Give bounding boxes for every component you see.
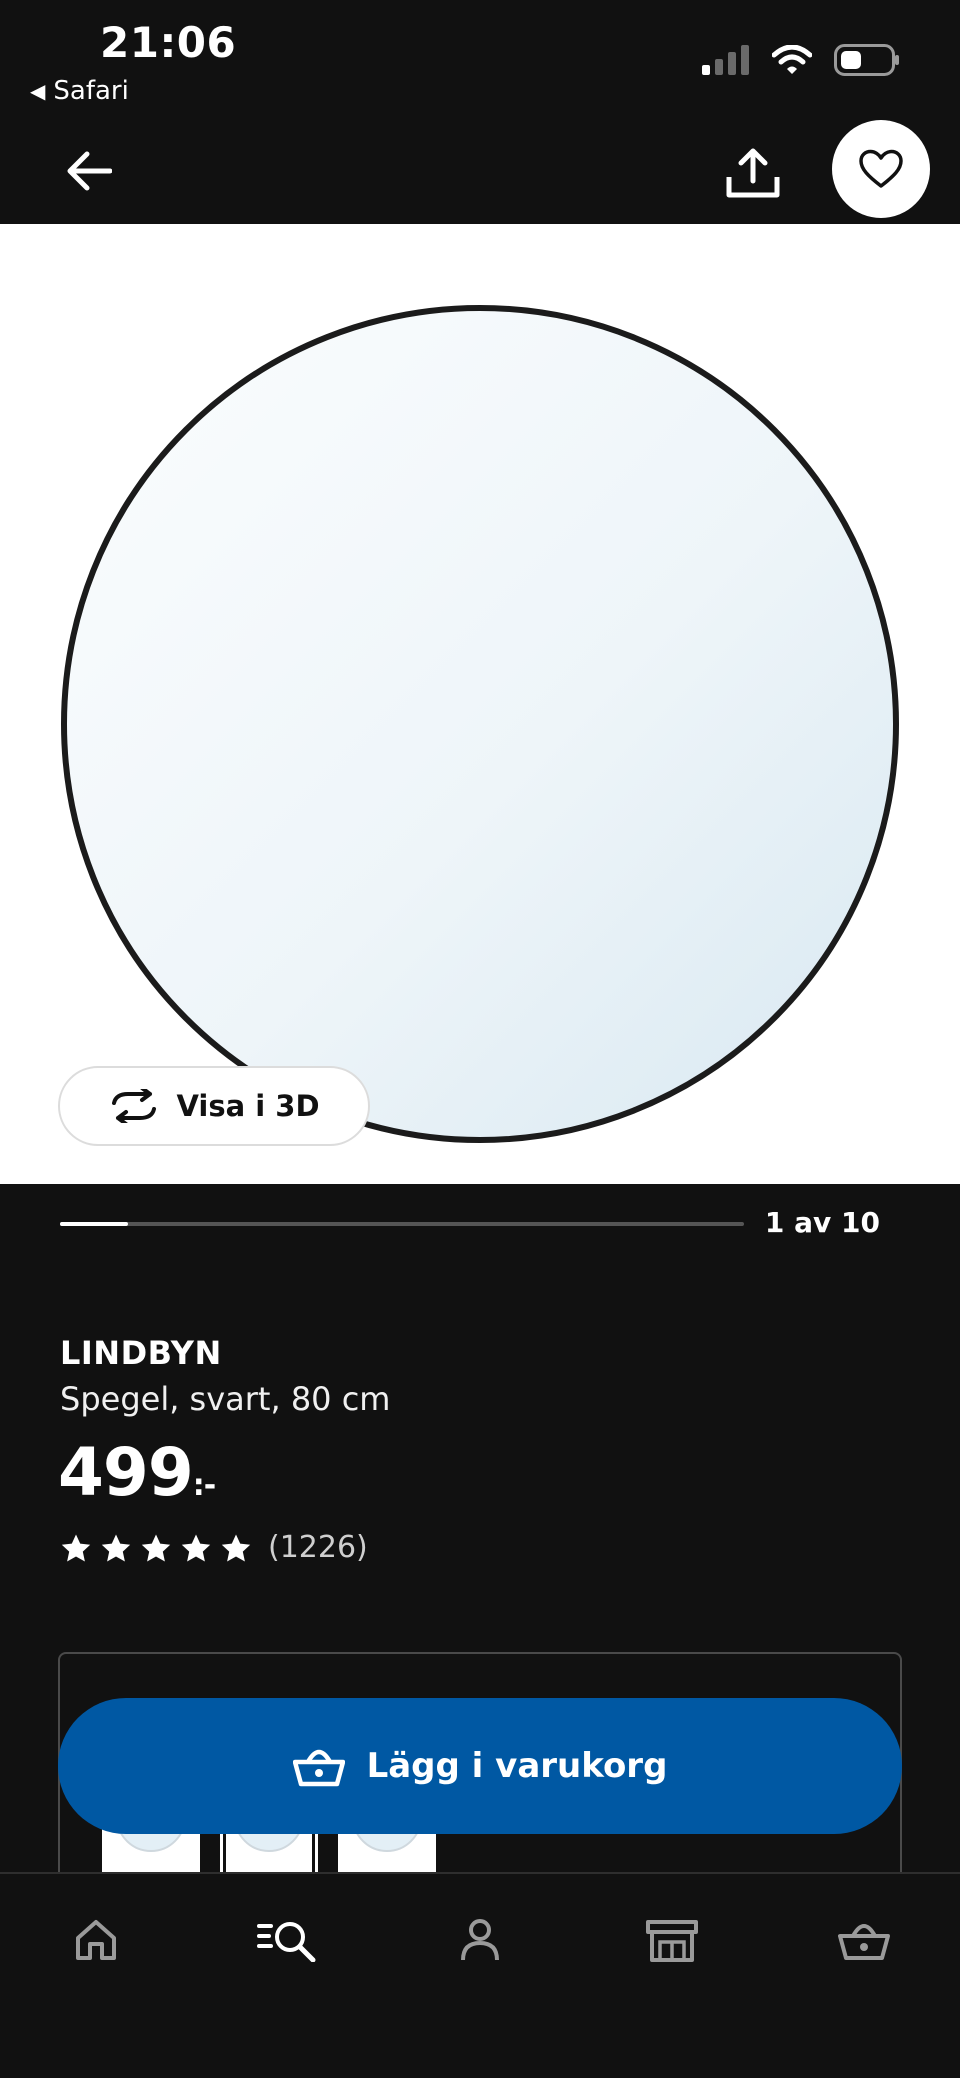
add-to-cart-button[interactable]: Lägg i varukorg [58,1698,902,1834]
profile-icon [461,1919,499,1961]
carousel-progress [60,1222,744,1226]
search-icon [257,1922,316,1962]
carousel-counter: 1 av 10 [764,1206,880,1239]
add-to-cart-label: Lägg i varukorg [366,1746,668,1786]
nav-header [0,118,960,224]
wifi-icon [772,45,812,74]
status-icons [702,44,900,76]
arrow-left-icon [67,151,112,191]
status-bar: 21:06 ◀ Safari [0,0,960,118]
battery-icon [834,44,899,76]
view-3d-label: Visa i 3D [176,1089,320,1123]
back-button[interactable] [62,144,116,198]
star-icon [141,1534,171,1561]
product-description: Spegel, svart, 80 cm [60,1380,391,1418]
star-icon [61,1534,91,1561]
store-icon [646,1920,698,1962]
favorite-button[interactable] [832,120,930,218]
product-price: 499:- [58,1434,216,1511]
view-3d-button[interactable]: Visa i 3D [58,1066,370,1146]
share-icon [726,148,780,198]
triangle-left-icon: ◀ [30,79,46,103]
rating-stars [60,1533,252,1563]
share-button[interactable] [722,142,784,204]
cellular-signal-icon [702,45,749,75]
star-icon [181,1534,211,1561]
nav-home[interactable] [58,1904,134,1976]
home-icon [76,1920,116,1960]
product-image-gallery[interactable]: Visa i 3D [0,224,960,1184]
product-name: LINDBYN [60,1334,222,1372]
back-app-label: Safari [53,76,129,106]
carousel-progress-fill [60,1222,129,1226]
basket-icon [838,1924,890,1960]
nav-search[interactable] [250,1904,326,1976]
nav-store[interactable] [634,1904,710,1976]
review-count: (1226) [268,1530,368,1565]
status-time: 21:06 [100,18,237,67]
bottom-nav [0,1872,960,2078]
star-icon [221,1534,251,1561]
back-to-app-link[interactable]: ◀ Safari [30,76,129,106]
price-value: 499 [58,1434,194,1511]
product-rating[interactable]: (1226) [60,1530,368,1565]
heart-icon [859,149,903,188]
nav-cart[interactable] [826,1904,902,1976]
basket-icon [292,1749,345,1787]
price-suffix: :- [192,1468,216,1503]
rotate-3d-icon [112,1089,157,1123]
star-icon [101,1534,131,1561]
nav-profile[interactable] [442,1904,518,1976]
product-image [61,305,899,1143]
